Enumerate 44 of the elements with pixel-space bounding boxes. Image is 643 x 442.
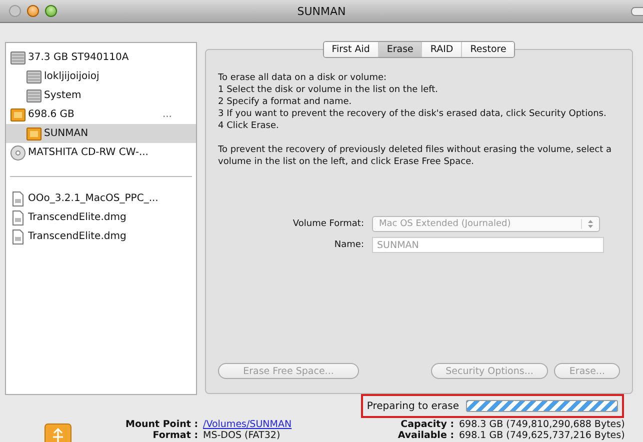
instruction-text: 3 If you want to prevent the recovery of the disk's erased data, click Security Options. [218, 108, 608, 120]
hard-drive-icon [26, 68, 42, 84]
field-label: Volume Format: [292, 219, 364, 229]
info-value: 698.1 GB (749,625,737,216 Bytes) [459, 430, 625, 441]
progress-label: Preparing to erase [366, 400, 459, 412]
minimize-button[interactable] [27, 5, 39, 17]
close-button[interactable] [9, 5, 21, 17]
info-label: Available : [398, 430, 454, 441]
document-icon [10, 190, 26, 206]
disk-list-item[interactable]: TranscendElite.dmg [6, 208, 196, 227]
tab[interactable]: Restore [462, 42, 514, 57]
more-indicator: ... [162, 109, 172, 120]
optical-disc-icon [10, 144, 26, 160]
instruction-text: To prevent the recovery of previously deleted files without erasing the volume, select a volume in the list on the left, and click Erase Free Space. [218, 144, 613, 168]
disk-list-item[interactable]: OOo_3.2.1_MacOS_PPC_... [6, 189, 196, 208]
disk-list-item[interactable]: 698.6 GB ... [6, 105, 196, 124]
disk-list-item[interactable]: TranscendElite.dmg [6, 227, 196, 246]
instruction-text: 4 Click Erase. [218, 120, 280, 132]
info-label: Format : [152, 430, 198, 441]
tab[interactable]: Erase [378, 42, 422, 57]
disk-list-item[interactable]: System [6, 86, 196, 105]
info-label: Capacity : [400, 419, 454, 430]
tab[interactable]: RAID [422, 42, 462, 57]
info-value: 698.3 GB (749,810,290,688 Bytes) [459, 419, 625, 430]
document-icon [10, 228, 26, 244]
external-drive-icon [10, 106, 26, 122]
tab[interactable]: First Aid [324, 42, 379, 57]
disk-list-item[interactable]: lokljijoijoioj [6, 67, 196, 86]
instruction-text: 2 Specify a format and name. [218, 96, 353, 108]
disk-list-item[interactable]: 37.3 GB ST940110A [6, 48, 196, 67]
window-title: SUNMAN [297, 4, 346, 18]
mount-point-link[interactable]: /Volumes/SUNMAN [203, 419, 292, 430]
external-drive-icon [26, 126, 42, 142]
hard-drive-icon [10, 50, 26, 66]
info-value: MS-DOS (FAT32) [203, 430, 282, 441]
instruction-text: To erase all data on a disk or volume: [218, 72, 388, 84]
info-label: Mount Point : [125, 419, 198, 430]
field-label: Name: [333, 240, 364, 250]
instruction-text: 1 Select the disk or volume in the list on the left. [218, 84, 440, 96]
disk-list-item[interactable]: MATSHITA CD-RW CW-... [6, 143, 196, 162]
disk-list-item[interactable]: SUNMAN [6, 124, 196, 143]
document-icon [10, 210, 26, 226]
hard-drive-icon [26, 88, 42, 104]
zoom-button[interactable] [45, 5, 57, 17]
